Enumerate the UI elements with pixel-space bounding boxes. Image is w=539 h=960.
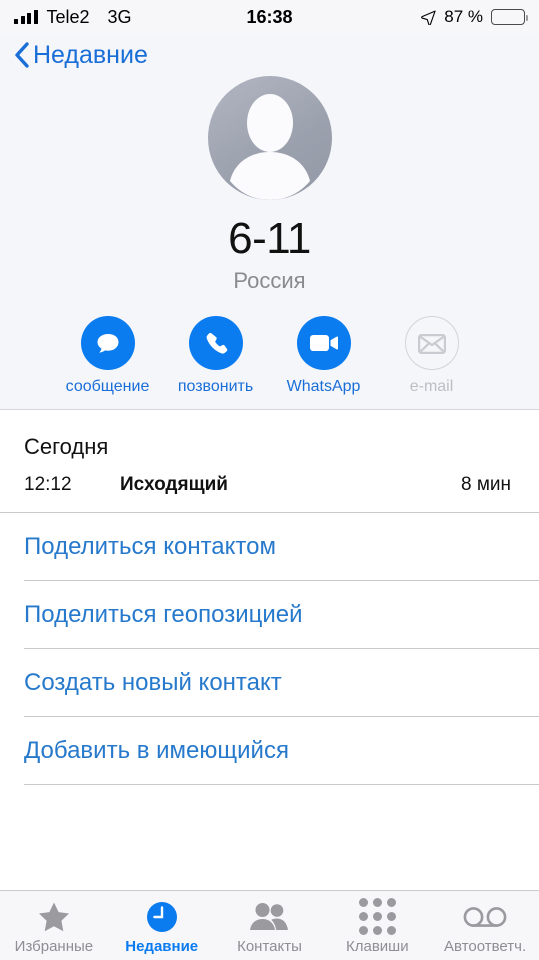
action-email: e-mail bbox=[396, 316, 468, 396]
call-button[interactable] bbox=[188, 316, 243, 370]
battery-percent-label: 87 % bbox=[444, 7, 483, 26]
contact-name: 6-11 bbox=[228, 214, 311, 263]
tab-contacts[interactable]: Контакты bbox=[216, 897, 324, 955]
tab-favorites-label: Избранные bbox=[14, 937, 94, 955]
tab-keypad[interactable]: Клавиши bbox=[323, 897, 431, 955]
chevron-left-icon bbox=[15, 42, 29, 68]
contact-header-panel: Недавние 6-11 Россия сообщение позвонить… bbox=[0, 34, 539, 410]
create-new-contact-option[interactable]: Создать новый контакт bbox=[24, 649, 539, 717]
carrier-label: Tele2 bbox=[46, 6, 90, 27]
table-row[interactable]: 12:12 Исходящий 8 мин bbox=[0, 460, 539, 513]
action-call[interactable]: позвонить bbox=[177, 316, 254, 396]
envelope-icon bbox=[417, 333, 446, 354]
star-icon bbox=[38, 901, 70, 933]
action-call-label: позвонить bbox=[177, 378, 254, 395]
call-history-day-label: Сегодня bbox=[24, 434, 109, 459]
email-button bbox=[404, 316, 459, 370]
person-placeholder-icon bbox=[229, 94, 310, 200]
contact-options-list: Поделиться контактом Поделиться геопозиц… bbox=[0, 513, 539, 785]
action-message[interactable]: сообщение bbox=[66, 316, 149, 396]
call-history-section: Сегодня 12:12 Исходящий 8 мин bbox=[0, 410, 539, 513]
tab-recents-label: Недавние bbox=[125, 937, 199, 955]
quick-actions-row: сообщение позвонить WhatsApp e-mail bbox=[0, 316, 539, 396]
action-whatsapp[interactable]: WhatsApp bbox=[286, 316, 361, 396]
network-type-label: 3G bbox=[107, 6, 132, 27]
contact-subtitle: Россия bbox=[233, 268, 306, 293]
avatar-container bbox=[0, 76, 539, 200]
share-contact-option[interactable]: Поделиться контактом bbox=[24, 513, 539, 581]
call-duration: 8 мин bbox=[460, 474, 511, 495]
add-to-existing-contact-option[interactable]: Добавить в имеющийся bbox=[24, 717, 539, 785]
action-message-label: сообщение bbox=[65, 378, 150, 395]
bottom-tab-bar: Избранные Недавние Контакты Клавиши Авто… bbox=[0, 890, 539, 960]
message-button[interactable] bbox=[80, 316, 135, 370]
avatar bbox=[207, 76, 332, 200]
tab-voicemail-label: Автоответч. bbox=[444, 937, 527, 955]
phone-handset-icon bbox=[206, 332, 227, 354]
status-bar: Tele2 3G 16:38 87 % bbox=[0, 0, 539, 34]
whatsapp-video-button[interactable] bbox=[296, 316, 351, 370]
status-bar-right: 87 % bbox=[421, 7, 528, 27]
status-bar-left: Tele2 3G bbox=[14, 7, 132, 28]
tab-contacts-label: Контакты bbox=[237, 937, 302, 955]
tab-favorites[interactable]: Избранные bbox=[0, 897, 108, 955]
people-icon bbox=[250, 901, 289, 933]
location-arrow-icon bbox=[421, 10, 436, 25]
voicemail-icon bbox=[463, 901, 507, 933]
phone-contact-screen: Tele2 3G 16:38 87 % Недавние 6-11 Россия… bbox=[0, 0, 539, 960]
video-camera-icon bbox=[309, 335, 338, 351]
signal-strength-icon bbox=[14, 10, 38, 24]
call-type: Исходящий bbox=[120, 474, 228, 495]
clock-icon bbox=[146, 901, 178, 933]
tab-voicemail[interactable]: Автоответч. bbox=[431, 897, 539, 955]
tab-keypad-label: Клавиши bbox=[345, 937, 409, 955]
tab-recents[interactable]: Недавние bbox=[108, 897, 216, 955]
action-email-label: e-mail bbox=[409, 378, 454, 395]
content-spacer bbox=[0, 785, 539, 890]
back-button[interactable]: Недавние bbox=[0, 34, 148, 68]
call-time: 12:12 bbox=[24, 474, 72, 495]
message-bubble-icon bbox=[97, 334, 118, 353]
share-location-option[interactable]: Поделиться геопозицией bbox=[24, 581, 539, 649]
keypad-icon bbox=[358, 898, 396, 935]
action-whatsapp-label: WhatsApp bbox=[286, 378, 361, 395]
battery-icon bbox=[491, 9, 528, 25]
back-button-label: Недавние bbox=[33, 40, 148, 69]
